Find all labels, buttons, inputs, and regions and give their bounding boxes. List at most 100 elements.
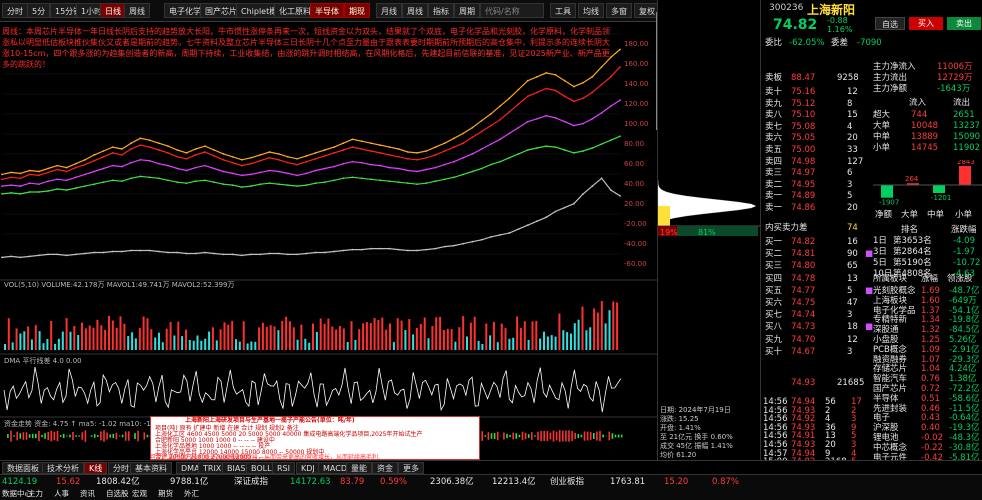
sector-row[interactable]: 锂电池 -0.02 -48.3亿 [873, 433, 982, 443]
indicator-tab-1[interactable]: 技术分析 [42, 462, 84, 474]
fund-bar [93, 434, 96, 438]
row-volume: 8 [847, 98, 853, 109]
sector-row[interactable]: 电子 0.43 -0.64亿 [873, 413, 982, 423]
indicator-tab-10[interactable]: KDJ [296, 462, 320, 474]
status-tab-7[interactable]: 外汇 [184, 488, 199, 499]
indicator-tab-2[interactable]: K线 [84, 462, 108, 474]
sell-row[interactable]: 卖五 75.00 33 [761, 145, 871, 156]
sector-row[interactable]: 中芯概念 -0.22 -30.8亿 [873, 443, 982, 453]
sector-row[interactable]: 上海板块 1.60 -649万 [873, 296, 982, 306]
data-point [296, 185, 299, 188]
row-volume: 4 [847, 121, 853, 132]
toolbar-item-1[interactable]: 5分 [27, 3, 51, 18]
buy-row[interactable]: 买三 74.80 65 [761, 261, 871, 272]
indicator-tab-12[interactable]: 量能 [346, 462, 372, 474]
sell-button[interactable]: 卖出 [947, 17, 981, 30]
data-point [370, 247, 372, 250]
sector-row[interactable]: 小盘股 1.25 5.26亿 [873, 335, 982, 345]
fund-bar [586, 431, 589, 441]
sell-row[interactable]: 卖四 74.98 127 [761, 157, 871, 168]
buy-button[interactable]: 买入 [909, 17, 943, 30]
buy-row[interactable]: 买二 74.81 90 ■ [761, 249, 873, 260]
volume-bar [492, 321, 495, 350]
toolbar-item-0[interactable]: 分时 [2, 3, 28, 18]
buy-row[interactable]: 买四 74.78 13 [761, 274, 871, 285]
data-point [425, 150, 428, 152]
sector-row[interactable]: 专精特新 1.34 -19.8亿 [873, 315, 982, 325]
status-tab-4[interactable]: 自选股 [106, 488, 129, 499]
data-point [379, 247, 382, 250]
indicator-tab-4[interactable]: 基本资料 [130, 462, 172, 474]
sell-row[interactable]: 卖七 75.08 4 [761, 122, 871, 133]
row-label: 买十 [765, 346, 783, 357]
net-flow-label: -1201 [931, 194, 951, 202]
toolbar-item-10[interactable]: 半导体 [310, 3, 344, 18]
toolbar-item-17[interactable]: 均线 [578, 3, 604, 18]
volume-bar [319, 318, 322, 350]
volume-bar [439, 316, 442, 350]
fund-bar [620, 434, 623, 438]
buy-row[interactable]: 买九 74.70 12 [761, 335, 871, 346]
sector-row[interactable]: 半导体 0.51 -58.6亿 [873, 394, 982, 404]
data-point [397, 167, 400, 170]
status-tab-1[interactable]: 主力 [28, 488, 43, 499]
status-tab-5[interactable]: 宏观 [132, 488, 147, 499]
toolbar-item-18[interactable]: 多窗 [606, 3, 632, 18]
data-point [28, 169, 31, 172]
buy-row[interactable]: 买十 74.67 3 [761, 347, 871, 358]
status-tab-2[interactable]: 人事 [54, 488, 69, 499]
fund-bar [25, 432, 28, 440]
row-price: 74.75 [791, 298, 816, 308]
buy-row[interactable]: 买七 74.74 3 [761, 310, 871, 321]
fund-bar [574, 432, 576, 439]
self-select-button[interactable]: 自选 [875, 17, 905, 30]
volume-bar [96, 319, 99, 350]
toolbar-item-4[interactable]: 日线 [100, 3, 126, 18]
sector-row[interactable]: 沪深股 0.40 -19.3亿 [873, 423, 982, 433]
indicator-tab-0[interactable]: 数据面板 [2, 462, 44, 474]
fund-bar [19, 433, 22, 439]
toolbar-item-13[interactable]: 周线 [402, 3, 428, 18]
data-point [148, 139, 151, 142]
status-tab-6[interactable]: 期货 [158, 488, 173, 499]
sector-row[interactable]: 国产芯片 0.72 -72.2亿 [873, 384, 982, 394]
sell-row[interactable]: 卖八 75.10 15 [761, 110, 871, 121]
sell-row[interactable]: 卖一 74.89 5 [761, 191, 871, 202]
toolbar-item-15[interactable]: 周期 [454, 3, 480, 18]
sector-row[interactable]: 智能汽车 0.76 1.38亿 [873, 374, 982, 384]
data-point [240, 254, 243, 257]
volume-bar [369, 323, 372, 350]
buy-row[interactable]: 买八 74.73 18 ■ [761, 322, 873, 333]
sector-row[interactable]: 存储芯片 1.04 4.24亿 [873, 364, 982, 374]
status-item-1: 15.62 [56, 477, 81, 487]
buy-row[interactable]: 买六 74.75 47 [761, 298, 871, 309]
sell-row[interactable]: 卖十 75.16 12 [761, 87, 871, 98]
rank-value: 第5190名 [893, 258, 932, 268]
main-chart[interactable]: 180.00 160.00 140.00 120.00 100.00 80.00 60.00… [0, 22, 657, 460]
data-point [38, 174, 40, 177]
data-point [130, 142, 133, 145]
indicator-tab-9[interactable]: RSI [272, 462, 295, 474]
toolbar-item-12[interactable]: 月线 [376, 3, 402, 18]
buy-row[interactable]: 买五 74.77 5 ■ [761, 286, 873, 297]
buy-row[interactable]: 买一 74.82 16 [761, 237, 871, 248]
sector-row[interactable]: PCB概念 1.09 -2.91亿 [873, 345, 982, 355]
indicator-tab-14[interactable]: 更多 [398, 462, 424, 474]
indicator-tab-13[interactable]: 资金 [372, 462, 398, 474]
sell-row[interactable]: 卖二 74.95 3 [761, 180, 871, 191]
toolbar-item-16[interactable]: 工具 [550, 3, 576, 18]
toolbar-item-5[interactable]: 周线 [124, 3, 150, 18]
fund-bar [527, 434, 530, 438]
sell-row[interactable]: 卖九 75.12 8 [761, 99, 871, 110]
sector-row[interactable]: 深股通 1.32 -84.5亿 [873, 325, 982, 335]
status-tab-3[interactable]: 资讯 [80, 488, 95, 499]
sell-row[interactable]: 卖六 75.05 20 [761, 133, 871, 144]
toolbar-item-14[interactable]: 指标 [428, 3, 454, 18]
data-point [19, 193, 22, 195]
sector-row[interactable]: 光刻胶概念 1.69 -48.7亿 [873, 286, 982, 296]
data-point [360, 248, 363, 251]
sell-row[interactable]: 卖三 74.97 6 [761, 168, 871, 179]
toolbar-item-11[interactable]: 期现 [344, 3, 370, 18]
search-input[interactable]: 代码/名称 [480, 3, 544, 18]
sell-row[interactable]: 卖一 74.86 20 [761, 203, 871, 214]
